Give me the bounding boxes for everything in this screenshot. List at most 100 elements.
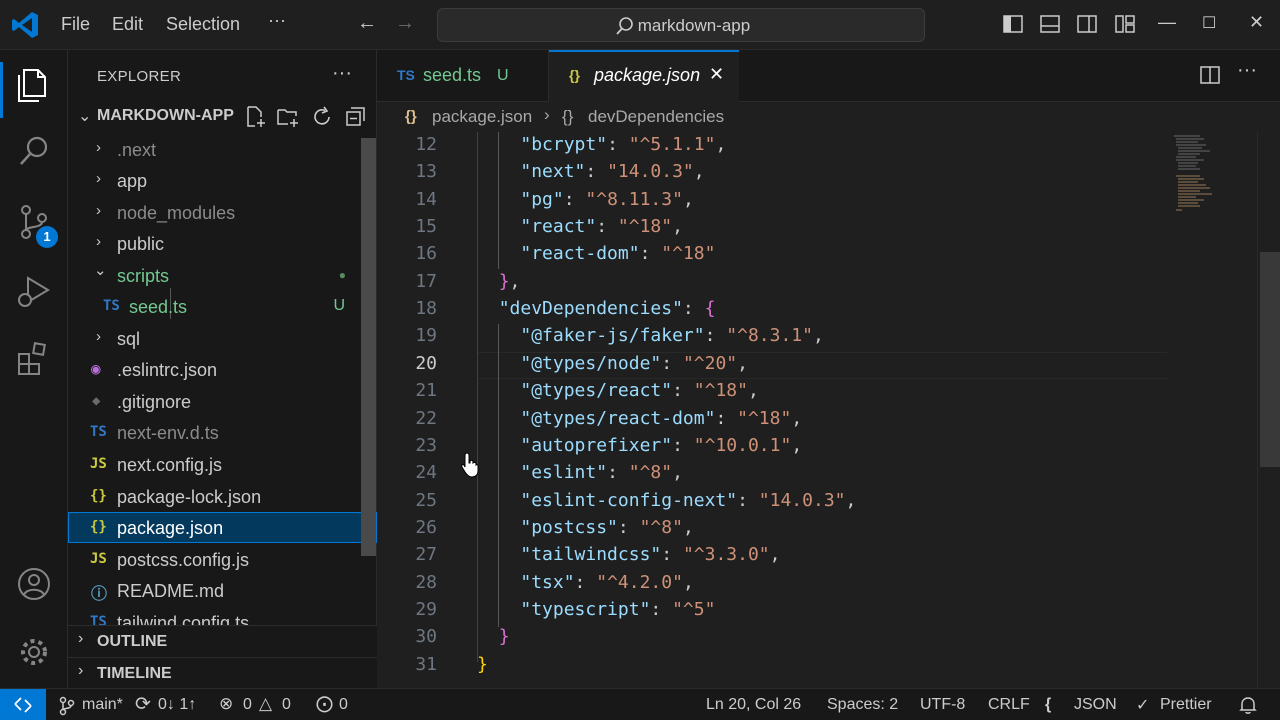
tree-file-tailwind-config[interactable]: TS tailwind.config.ts <box>68 607 368 627</box>
minimap[interactable] <box>1170 132 1220 222</box>
tree-folder-app[interactable]: › app <box>68 165 368 196</box>
tree-file-next-config[interactable]: JS next.config.js <box>68 449 368 480</box>
code-line: 17 }, <box>377 269 1167 296</box>
prettier-status[interactable]: Prettier <box>1160 696 1212 714</box>
line-number: 25 <box>415 489 437 511</box>
line-ending-status[interactable]: CRLF <box>988 696 1030 714</box>
toggle-primary-sidebar-icon[interactable] <box>1002 13 1024 35</box>
punctuation: : <box>661 352 683 374</box>
encoding-status[interactable]: UTF-8 <box>920 696 965 714</box>
toggle-secondary-sidebar-icon[interactable] <box>1076 13 1098 35</box>
new-file-icon[interactable] <box>243 105 267 129</box>
new-folder-icon[interactable] <box>276 105 300 129</box>
cursor-position[interactable]: Ln 20, Col 26 <box>706 696 801 714</box>
line-content: "bcrypt": "^5.1.1", <box>477 134 726 155</box>
code-editor[interactable]: 12 "bcrypt": "^5.1.1", 13 "next": "14.0.3… <box>377 132 1280 688</box>
collapse-all-icon[interactable] <box>344 105 368 129</box>
tree-item-label: public <box>117 234 165 254</box>
forward-arrow-icon[interactable]: → <box>395 12 415 35</box>
line-number: 15 <box>415 216 437 238</box>
git-branch-status[interactable]: main* <box>82 696 123 714</box>
ports-count[interactable]: 0 <box>339 696 348 714</box>
explorer-icon[interactable] <box>14 64 54 104</box>
warning-count[interactable]: 0 <box>282 696 291 714</box>
line-number: 13 <box>415 161 437 183</box>
extensions-icon[interactable] <box>14 340 54 380</box>
sync-icon[interactable]: ⟳ <box>135 693 151 716</box>
back-arrow-icon[interactable]: ← <box>357 12 377 35</box>
notifications-bell-icon[interactable] <box>1238 695 1258 715</box>
tree-file-seed-ts[interactable]: TS seed.ts U <box>68 291 368 322</box>
tree-file-package-lock[interactable]: {} package-lock.json <box>68 481 368 512</box>
error-count[interactable]: 0 <box>243 696 252 714</box>
punctuation: : <box>563 188 586 210</box>
tree-file-gitignore[interactable]: ◆ .gitignore <box>68 386 368 417</box>
command-center-search[interactable]: markdown-app <box>437 8 925 42</box>
line-number: 20 <box>415 352 437 374</box>
split-editor-icon[interactable] <box>1199 64 1221 86</box>
tree-file-next-env[interactable]: TS next-env.d.ts <box>68 417 368 448</box>
line-content: } <box>477 626 510 647</box>
line-number: 18 <box>415 298 437 320</box>
outline-section-header[interactable]: › OUTLINE <box>68 625 377 657</box>
tree-item-label: postcss.config.js <box>117 550 250 570</box>
editor-scrollbar[interactable] <box>1260 252 1280 467</box>
tree-folder-scripts[interactable]: ⌄ scripts ● <box>68 260 368 291</box>
timeline-section-header[interactable]: › TIMELINE <box>68 657 377 689</box>
menu-more[interactable]: ··· <box>268 10 286 31</box>
breadcrumb-symbol[interactable]: devDependencies <box>588 107 724 127</box>
editor-more-icon[interactable]: ··· <box>1237 59 1257 82</box>
code-line: 20 "@types/node": "^20", <box>377 351 1167 378</box>
warning-icon[interactable]: △ <box>259 694 272 714</box>
maximize-button[interactable]: ☐ <box>1202 13 1216 33</box>
tab-package-json[interactable]: {} package.json ✕ <box>549 50 739 103</box>
error-icon[interactable]: ⊗ <box>219 694 233 714</box>
line-number: 27 <box>415 544 437 566</box>
punctuation: : <box>704 325 727 347</box>
menu-selection[interactable]: Selection <box>166 14 240 35</box>
menu-edit[interactable]: Edit <box>112 14 143 35</box>
search-icon[interactable] <box>14 132 54 172</box>
json-string: "14.0.3" <box>607 161 694 183</box>
command-center-label: markdown-app <box>637 16 751 35</box>
json-key: "devDependencies" <box>498 298 683 320</box>
json-string: "^18" <box>693 380 748 402</box>
refresh-icon[interactable] <box>310 105 334 129</box>
sync-status[interactable]: 0↓ 1↑ <box>158 696 196 714</box>
tree-item-label: next-env.d.ts <box>117 423 219 443</box>
tree-file-eslintrc[interactable]: ◉ .eslintrc.json <box>68 354 368 385</box>
tree-item-label: README.md <box>117 581 225 601</box>
json-string: "^8" <box>639 516 683 538</box>
chevron-right-icon: › <box>96 233 101 250</box>
toggle-panel-icon[interactable] <box>1039 13 1061 35</box>
run-debug-icon[interactable] <box>14 272 54 312</box>
remote-indicator-button[interactable] <box>0 689 46 720</box>
close-tab-icon[interactable]: ✕ <box>709 64 724 85</box>
tree-folder-node-modules[interactable]: › node_modules <box>68 197 368 228</box>
tree-file-readme[interactable]: ⓘ README.md <box>68 575 368 606</box>
ports-icon[interactable]: ⨀ <box>316 694 333 714</box>
accounts-icon[interactable] <box>14 564 54 604</box>
line-number: 19 <box>415 325 437 347</box>
tab-seed-ts[interactable]: TS seed.ts U <box>377 50 549 102</box>
tree-folder-next[interactable]: › .next <box>68 134 368 165</box>
explorer-more-button[interactable]: ··· <box>332 62 352 85</box>
close-window-button[interactable]: ✕ <box>1249 12 1264 33</box>
customize-layout-icon[interactable] <box>1114 13 1136 35</box>
tree-folder-sql[interactable]: › sql <box>68 323 368 354</box>
indentation-status[interactable]: Spaces: 2 <box>827 696 898 714</box>
tree-folder-public[interactable]: › public <box>68 228 368 259</box>
tree-file-package-json[interactable]: {} package.json <box>68 512 377 543</box>
minimize-button[interactable]: — <box>1158 12 1176 33</box>
settings-gear-icon[interactable] <box>14 632 54 672</box>
json-key: "react" <box>520 216 597 238</box>
breadcrumb-file[interactable]: package.json <box>432 107 532 127</box>
sidebar-scrollbar[interactable] <box>361 138 376 556</box>
tree-item-label: scripts <box>117 266 170 286</box>
tree-file-postcss-config[interactable]: JS postcss.config.js <box>68 544 368 575</box>
line-number: 31 <box>415 653 437 675</box>
line-number: 28 <box>415 571 437 593</box>
language-mode[interactable]: JSON <box>1074 696 1117 714</box>
menu-file[interactable]: File <box>61 14 90 35</box>
json-key: "typescript" <box>520 598 651 620</box>
